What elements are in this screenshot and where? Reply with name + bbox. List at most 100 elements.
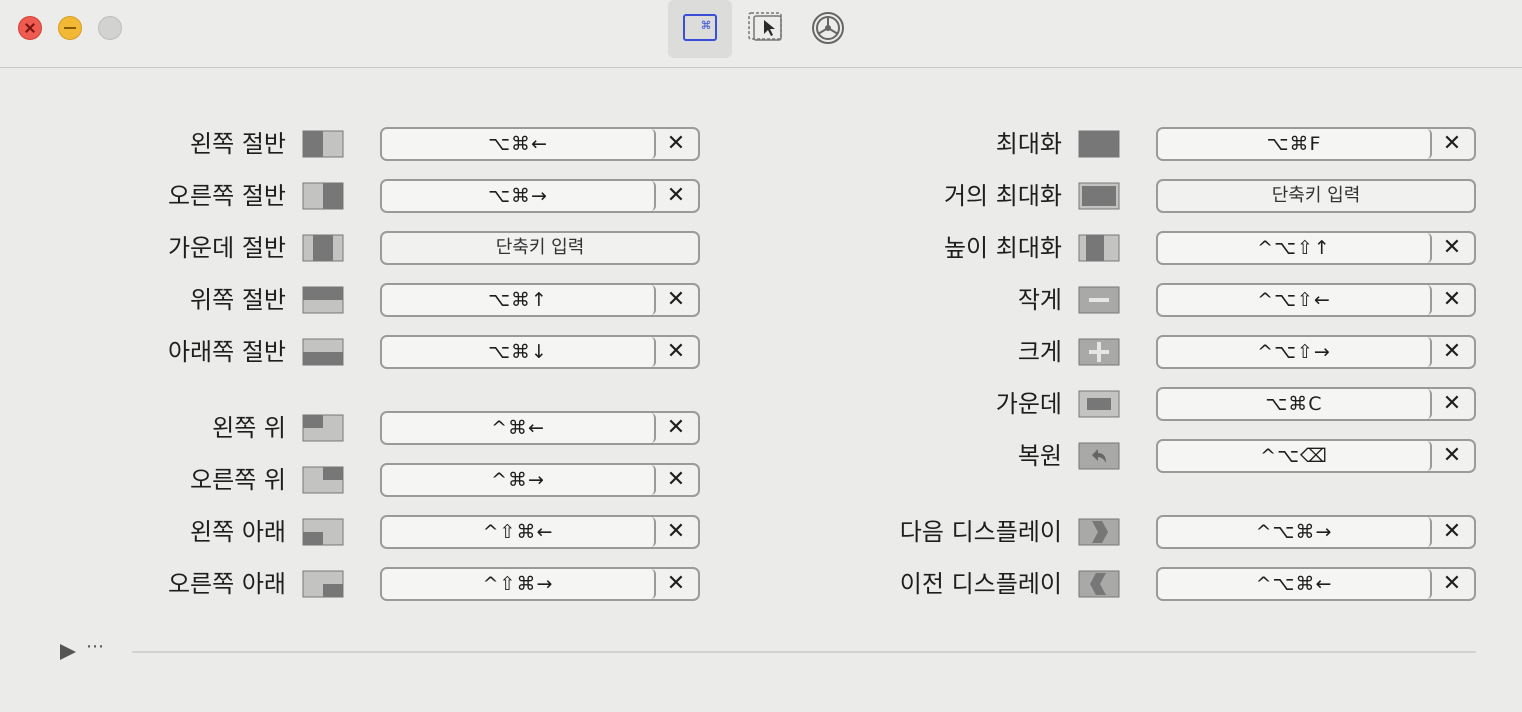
shortcut-recorder[interactable]: ⌥⌘→ ✕: [380, 179, 700, 213]
shortcut-label: 거의 최대화: [943, 182, 1062, 210]
shortcut-recorder[interactable]: ^⇧⌘→ ✕: [380, 567, 700, 601]
shortcut-keys[interactable]: ^⌥⇧←: [1158, 285, 1432, 315]
shortcut-label: 위쪽 절반: [190, 286, 286, 314]
shortcut-label: 왼쪽 절반: [190, 130, 286, 158]
shortcut-label: 이전 디스플레이: [899, 570, 1062, 598]
clear-shortcut-button[interactable]: ✕: [1430, 337, 1474, 367]
shortcut-recorder[interactable]: ⌥⌘↑ ✕: [380, 283, 700, 317]
bottom-left-icon: [302, 518, 344, 546]
center-icon: [1078, 390, 1120, 418]
shortcut-keys[interactable]: ^⌥⌘←: [1158, 569, 1432, 599]
shortcut-keys[interactable]: ^⇧⌘→: [382, 569, 656, 599]
shortcut-label: 아래쪽 절반: [167, 338, 286, 366]
command-symbol: ⌘: [701, 19, 712, 32]
clear-shortcut-button[interactable]: ✕: [654, 337, 698, 367]
center-half-icon: [302, 234, 344, 262]
restore-icon: [1078, 442, 1120, 470]
tab-snap-areas[interactable]: [734, 0, 798, 58]
shortcut-label: 최대화: [995, 130, 1062, 158]
shortcut-label: 오른쪽 아래: [167, 570, 286, 598]
shortcut-recorder[interactable]: ^⌥⌘→ ✕: [1156, 515, 1476, 549]
shortcut-keys[interactable]: ^⇧⌘←: [382, 517, 656, 547]
shortcut-label: 가운데 절반: [167, 234, 286, 262]
clear-shortcut-button[interactable]: ✕: [1430, 285, 1474, 315]
shortcut-recorder[interactable]: 단축키 입력: [1156, 179, 1476, 213]
almost-maximize-icon: [1078, 182, 1120, 210]
clear-shortcut-button[interactable]: ✕: [654, 129, 698, 159]
tab-keyboard-shortcuts[interactable]: ⌘: [668, 0, 732, 58]
shortcut-label: 왼쪽 위: [212, 414, 286, 442]
previous-display-icon: [1078, 570, 1120, 598]
shortcut-recorder[interactable]: ^⌥⇧→ ✕: [1156, 335, 1476, 369]
shortcut-keys[interactable]: ^⌥⌘→: [1158, 517, 1432, 547]
shortcut-recorder[interactable]: ^⌥⇧↑ ✕: [1156, 231, 1476, 265]
top-half-icon: [302, 286, 344, 314]
title-bar: ⌘: [0, 0, 1522, 68]
shortcut-recorder[interactable]: ^⌥⌫ ✕: [1156, 439, 1476, 473]
clear-shortcut-button[interactable]: ✕: [654, 517, 698, 547]
clear-shortcut-button[interactable]: ✕: [654, 285, 698, 315]
clear-shortcut-button[interactable]: ✕: [1430, 569, 1474, 599]
more-options-text[interactable]: ⋯: [86, 636, 105, 657]
shortcut-placeholder[interactable]: 단축키 입력: [1158, 181, 1474, 211]
shortcut-recorder[interactable]: ^⌘← ✕: [380, 411, 700, 445]
right-half-icon: [302, 182, 344, 210]
shortcut-label: 작게: [1017, 286, 1062, 314]
clear-shortcut-button[interactable]: ✕: [1430, 129, 1474, 159]
shortcut-label: 오른쪽 절반: [167, 182, 286, 210]
minimize-window-button[interactable]: [58, 16, 82, 40]
shortcut-keys[interactable]: ^⌘→: [382, 465, 656, 495]
clear-shortcut-button[interactable]: ✕: [654, 413, 698, 443]
larger-icon: [1078, 338, 1120, 366]
shortcut-recorder[interactable]: ^⇧⌘← ✕: [380, 515, 700, 549]
tab-settings[interactable]: [796, 0, 860, 58]
shortcut-recorder[interactable]: ⌥⌘C ✕: [1156, 387, 1476, 421]
next-display-icon: [1078, 518, 1120, 546]
shortcut-keys[interactable]: ^⌥⇧→: [1158, 337, 1432, 367]
clear-shortcut-button[interactable]: ✕: [1430, 441, 1474, 471]
zoom-window-button[interactable]: [98, 16, 122, 40]
shortcut-keys[interactable]: ^⌥⇧↑: [1158, 233, 1432, 263]
top-right-icon: [302, 466, 344, 494]
clear-shortcut-button[interactable]: ✕: [654, 181, 698, 211]
play-triangle-icon[interactable]: [58, 643, 78, 661]
shortcut-recorder[interactable]: ⌥⌘← ✕: [380, 127, 700, 161]
shortcut-recorder[interactable]: ^⌥⌘← ✕: [1156, 567, 1476, 601]
shortcut-keys[interactable]: ⌥⌘C: [1158, 389, 1432, 419]
shortcut-recorder[interactable]: ⌥⌘F ✕: [1156, 127, 1476, 161]
shortcut-label: 오른쪽 위: [190, 466, 286, 494]
shortcut-keys[interactable]: ⌥⌘←: [382, 129, 656, 159]
keyboard-shortcut-icon: ⌘: [683, 14, 717, 41]
snap-area-icon: [748, 12, 782, 41]
clear-shortcut-button[interactable]: ✕: [654, 465, 698, 495]
shortcut-label: 왼쪽 아래: [190, 518, 286, 546]
shortcut-placeholder[interactable]: 단축키 입력: [382, 233, 698, 263]
clear-shortcut-button[interactable]: ✕: [1430, 517, 1474, 547]
shortcut-recorder[interactable]: ^⌥⇧← ✕: [1156, 283, 1476, 317]
smaller-icon: [1078, 286, 1120, 314]
shortcut-label: 크게: [1017, 338, 1062, 366]
shortcut-recorder[interactable]: 단축키 입력: [380, 231, 700, 265]
shortcut-keys[interactable]: ⌥⌘↑: [382, 285, 656, 315]
clear-shortcut-button[interactable]: ✕: [654, 569, 698, 599]
clear-shortcut-button[interactable]: ✕: [1430, 389, 1474, 419]
close-window-button[interactable]: [18, 16, 42, 40]
shortcut-label: 가운데: [995, 390, 1062, 418]
shortcut-keys[interactable]: ⌥⌘F: [1158, 129, 1432, 159]
shortcut-keys[interactable]: ⌥⌘↓: [382, 337, 656, 367]
settings-icon: [812, 12, 844, 44]
shortcut-keys[interactable]: ⌥⌘→: [382, 181, 656, 211]
left-half-icon: [302, 130, 344, 158]
maximize-icon: [1078, 130, 1120, 158]
top-left-icon: [302, 414, 344, 442]
shortcut-label: 다음 디스플레이: [899, 518, 1062, 546]
footer-divider: [132, 651, 1476, 653]
shortcut-keys[interactable]: ^⌥⌫: [1158, 441, 1432, 471]
shortcut-label: 높이 최대화: [943, 234, 1062, 262]
clear-shortcut-button[interactable]: ✕: [1430, 233, 1474, 263]
shortcut-keys[interactable]: ^⌘←: [382, 413, 656, 443]
shortcut-label: 복원: [1017, 442, 1062, 470]
shortcut-recorder[interactable]: ^⌘→ ✕: [380, 463, 700, 497]
maximize-height-icon: [1078, 234, 1120, 262]
shortcut-recorder[interactable]: ⌥⌘↓ ✕: [380, 335, 700, 369]
